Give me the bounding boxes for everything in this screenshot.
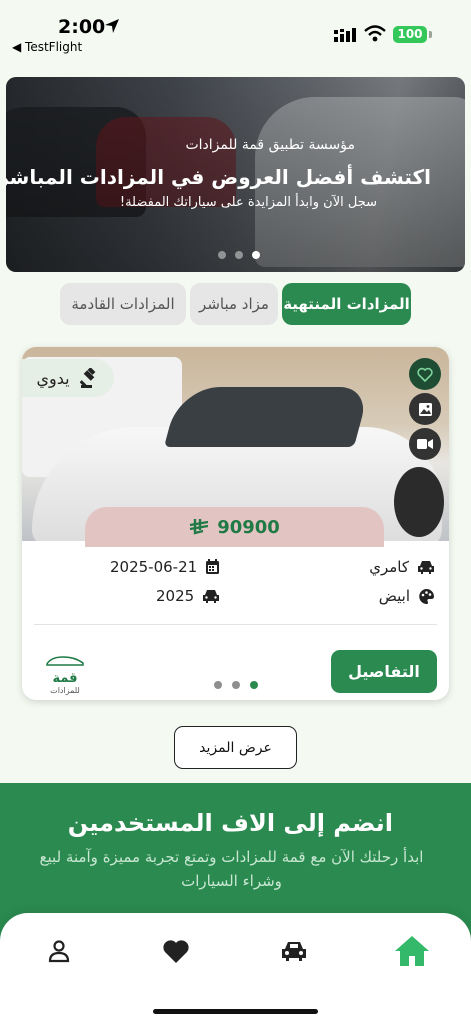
transmission-label: يدوي xyxy=(36,368,70,388)
status-time: 2:00 xyxy=(58,16,106,38)
car-photo-wheel xyxy=(394,467,444,537)
saudi-riyal-icon xyxy=(190,519,209,535)
back-to-testflight[interactable]: ◀ TestFlight xyxy=(12,40,82,54)
image-icon xyxy=(418,402,432,416)
photos-button[interactable] xyxy=(409,393,441,425)
bottom-nav xyxy=(0,913,471,1024)
card-dot[interactable] xyxy=(232,681,240,689)
logo-car-icon xyxy=(46,656,84,666)
logo-text: قمة xyxy=(52,671,78,686)
spec-model-value: كامري xyxy=(369,558,409,576)
join-description: ابدأ رحلتك الآن مع قمة للمزادات وتمتع تج… xyxy=(39,848,424,890)
status-bar: 2:00 ◀ TestFlight 100 xyxy=(0,0,471,62)
card-dot-active[interactable] xyxy=(250,681,258,689)
wifi-icon xyxy=(364,25,386,42)
calendar-icon xyxy=(206,559,220,574)
card-pagination[interactable] xyxy=(214,681,258,689)
palette-icon xyxy=(419,588,435,604)
cellular-signal-icon xyxy=(334,28,356,42)
show-more-button[interactable]: عرض المزيد xyxy=(174,726,297,769)
battery-tip xyxy=(429,31,432,38)
spec-color: ابيض xyxy=(379,587,435,605)
car-icon xyxy=(418,560,434,574)
user-icon xyxy=(48,940,70,963)
logo-subtext: للمزادات xyxy=(50,686,80,695)
home-icon xyxy=(395,936,429,966)
details-divider xyxy=(34,624,437,625)
card-details: كامري 2025-06-21 ابيض 2025 قمة للمزادات … xyxy=(22,541,449,700)
gavel-icon xyxy=(79,368,95,388)
details-button[interactable]: التفاصيل xyxy=(331,650,437,693)
nav-favorites[interactable] xyxy=(154,931,198,971)
hero-subtitle: مؤسسة تطبيق قمة للمزادات xyxy=(185,137,355,153)
video-camera-icon xyxy=(417,439,433,449)
hero-dot-active[interactable] xyxy=(252,251,260,259)
spec-color-value: ابيض xyxy=(378,587,410,605)
nav-profile[interactable] xyxy=(37,931,81,971)
heart-icon xyxy=(163,940,189,963)
tab-upcoming-auctions[interactable]: المزادات القادمة xyxy=(60,283,186,325)
tab-live-auction[interactable]: مزاد مباشر xyxy=(190,283,278,325)
car-front-icon xyxy=(203,589,220,603)
hero-pagination[interactable] xyxy=(218,251,260,259)
card-dot[interactable] xyxy=(214,681,222,689)
battery-indicator: 100 xyxy=(393,26,427,43)
hero-title: اكتشف أفضل العروض في المزادات المباشرة xyxy=(6,165,431,189)
join-title: انضم إلى الاف المستخدمين xyxy=(67,809,393,837)
car-photo-windshield xyxy=(163,387,371,447)
hero-dot[interactable] xyxy=(218,251,226,259)
auction-card[interactable]: يدوي 90900 كامري 2025-06-21 ابيض 2025 قم… xyxy=(22,347,449,700)
home-indicator[interactable] xyxy=(153,1009,318,1014)
video-button[interactable] xyxy=(409,428,441,460)
spec-year-value: 2025 xyxy=(156,587,195,605)
nav-cars[interactable] xyxy=(272,931,316,971)
tab-ended-auctions[interactable]: المزادات المنتهية xyxy=(282,283,411,325)
spec-model: كامري xyxy=(369,558,435,576)
spec-date-value: 2025-06-21 xyxy=(110,558,198,576)
price-value: 90900 xyxy=(217,516,280,538)
qimma-logo: قمة للمزادات xyxy=(44,652,86,695)
spec-year: 2025 xyxy=(156,587,220,605)
hero-description: سجل الآن وابدأ المزايدة على سياراتك المف… xyxy=(119,195,377,210)
hero-dot[interactable] xyxy=(235,251,243,259)
favorite-button[interactable] xyxy=(409,358,441,390)
location-arrow-icon xyxy=(105,19,119,33)
hero-banner[interactable]: مؤسسة تطبيق قمة للمزادات اكتشف أفضل العر… xyxy=(6,77,465,272)
car-icon xyxy=(282,942,306,961)
transmission-badge: يدوي xyxy=(22,359,114,397)
nav-home[interactable] xyxy=(390,931,434,971)
heart-outline-icon xyxy=(417,367,433,382)
spec-date: 2025-06-21 xyxy=(110,558,220,576)
